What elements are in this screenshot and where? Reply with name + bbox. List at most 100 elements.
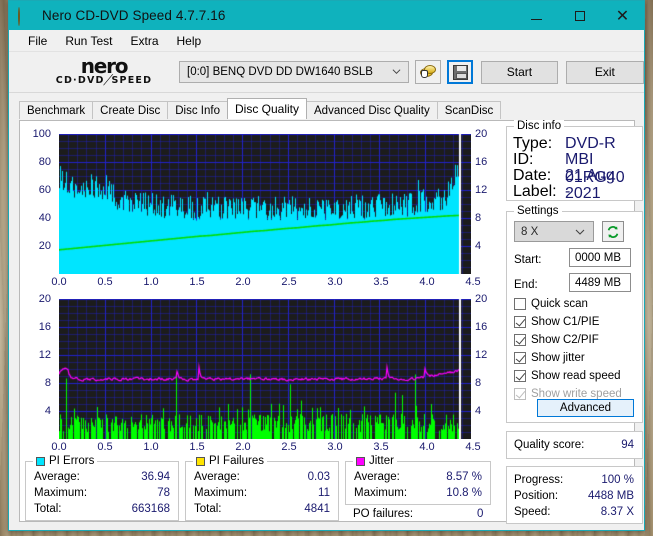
nero-logo-subtitle: CD·DVD╱SPEED bbox=[55, 75, 153, 86]
jitter-ytick-4: 4 bbox=[475, 405, 482, 417]
pif-xtick-1: 0.5 bbox=[97, 441, 113, 453]
scan-speed-combobox[interactable]: 8 X bbox=[514, 221, 594, 242]
pi-errors-total-label: Total: bbox=[34, 503, 62, 515]
progress-group: Progress: 100 % Position: 4488 MB Speed:… bbox=[506, 466, 643, 524]
checkbox-show-jitter[interactable]: Show jitter bbox=[514, 352, 585, 364]
save-results-button[interactable] bbox=[447, 60, 474, 84]
tab-disc-info[interactable]: Disc Info bbox=[167, 101, 228, 119]
pi-errors-average-label: Average: bbox=[34, 471, 80, 483]
pi-errors-average-row: Average: 36.94 bbox=[34, 471, 170, 483]
pif-xtick-4: 2.0 bbox=[235, 441, 251, 453]
disc-info-label-label: Label: bbox=[513, 183, 557, 200]
checkbox-quick-scan[interactable]: Quick scan bbox=[514, 298, 588, 310]
disc-quality-panel: 100 80 60 40 20 20 16 12 8 4 0.0 0.5 1.0… bbox=[19, 120, 643, 524]
position-value: 4488 MB bbox=[587, 490, 634, 502]
minimize-button[interactable] bbox=[515, 1, 558, 30]
menu-item-help[interactable]: Help bbox=[168, 32, 211, 50]
pi-errors-xtick-1: 0.5 bbox=[97, 276, 113, 288]
scan-speed-value: 8 X bbox=[521, 225, 539, 238]
exit-button[interactable]: Exit bbox=[565, 60, 644, 84]
jitter-ytick-12: 12 bbox=[475, 349, 488, 361]
scan-end-label: End: bbox=[514, 279, 538, 291]
pif-xtick-3: 1.5 bbox=[189, 441, 205, 453]
pi-errors-maximum-label: Maximum: bbox=[34, 487, 88, 499]
tab-benchmark[interactable]: Benchmark bbox=[19, 101, 94, 119]
nero-cd-dvd-speed-window: Nero CD-DVD Speed 4.7.7.16 ✕ File Run Te… bbox=[8, 0, 645, 531]
speed-label: Speed: bbox=[514, 506, 551, 518]
jitter-maximum-row: Maximum: 10.8 % bbox=[354, 487, 482, 499]
eject-disc-button[interactable] bbox=[415, 60, 442, 84]
tab-scandisc[interactable]: ScanDisc bbox=[436, 101, 502, 119]
pi-errors-ytick-20: 20 bbox=[38, 240, 51, 252]
eject-disc-icon bbox=[419, 64, 437, 80]
pi-failures-maximum-label: Maximum: bbox=[194, 487, 248, 499]
refresh-button[interactable] bbox=[602, 221, 624, 242]
speed-value: 8.37 X bbox=[600, 506, 634, 518]
drive-selector-value: [0:0] BENQ DVD DD DW1640 BSLB bbox=[187, 66, 373, 78]
scan-end-input[interactable]: 4489 MB bbox=[569, 273, 631, 292]
disc-info-group: Disc info Type: DVD-R ID: MBI 01RG40 Dat… bbox=[506, 120, 643, 202]
jitter-average-label: Average: bbox=[354, 471, 400, 483]
close-icon: ✕ bbox=[615, 5, 630, 25]
po-failures-label: PO failures: bbox=[353, 508, 414, 520]
po-failures-value: 0 bbox=[477, 508, 484, 520]
checkbox-quick-scan-label: Quick scan bbox=[531, 298, 588, 310]
tab-disc-quality[interactable]: Disc Quality bbox=[227, 98, 308, 119]
settings-caption: Settings bbox=[514, 205, 562, 217]
close-button[interactable]: ✕ bbox=[601, 1, 644, 30]
position-label: Position: bbox=[514, 490, 559, 502]
nero-logo: nero CD·DVD╱SPEED bbox=[39, 56, 169, 88]
pi-failures-total-row: Total: 4841 bbox=[194, 503, 330, 515]
checkbox-show-read-speed-label: Show read speed bbox=[531, 370, 621, 382]
jitter-maximum-value: 10.8 % bbox=[446, 487, 482, 499]
start-button[interactable]: Start bbox=[481, 60, 558, 84]
checkbox-show-c2-pif[interactable]: Show C2/PIF bbox=[514, 334, 599, 346]
checkbox-show-c2-pif-label: Show C2/PIF bbox=[531, 334, 599, 346]
scan-start-input[interactable]: 0000 MB bbox=[569, 248, 631, 267]
read-speed-ytick-20: 20 bbox=[475, 128, 488, 140]
jitter-stats-caption: Jitter bbox=[353, 455, 397, 467]
scan-start-label: Start: bbox=[514, 254, 542, 266]
jitter-ytick-20: 20 bbox=[475, 293, 488, 305]
checkbox-show-jitter-label: Show jitter bbox=[531, 352, 585, 364]
pif-xtick-8: 4.0 bbox=[419, 441, 435, 453]
menu-item-run-test[interactable]: Run Test bbox=[56, 32, 121, 50]
pi-errors-maximum-value: 78 bbox=[157, 487, 170, 499]
menu-item-file[interactable]: File bbox=[19, 32, 56, 50]
chevron-down-icon bbox=[575, 229, 585, 235]
pi-errors-xtick-5: 2.5 bbox=[281, 276, 297, 288]
pi-errors-maximum-row: Maximum: 78 bbox=[34, 487, 170, 499]
refresh-icon bbox=[607, 225, 619, 238]
jitter-maximum-label: Maximum: bbox=[354, 487, 408, 499]
pif-xtick-6: 3.0 bbox=[327, 441, 343, 453]
pi-failures-stats-caption: PI Failures bbox=[193, 455, 267, 467]
pi-errors-ytick-60: 60 bbox=[38, 184, 51, 196]
pi-errors-total-row: Total: 663168 bbox=[34, 503, 170, 515]
tab-strip: Benchmark Create Disc Disc Info Disc Qua… bbox=[19, 98, 644, 119]
checkbox-show-c1-pie[interactable]: Show C1/PIE bbox=[514, 316, 599, 328]
pif-xtick-5: 2.5 bbox=[281, 441, 297, 453]
pif-xtick-7: 3.5 bbox=[373, 441, 389, 453]
pi-failures-maximum-row: Maximum: 11 bbox=[194, 487, 330, 499]
checkbox-show-read-speed[interactable]: Show read speed bbox=[514, 370, 621, 382]
progress-value: 100 % bbox=[601, 474, 634, 486]
pif-xtick-9: 4.5 bbox=[465, 441, 481, 453]
drive-selector-combobox[interactable]: [0:0] BENQ DVD DD DW1640 BSLB bbox=[179, 61, 410, 83]
jitter-ytick-16: 16 bbox=[475, 321, 488, 333]
maximize-button[interactable] bbox=[558, 1, 601, 30]
pi-errors-total-value: 663168 bbox=[131, 503, 170, 515]
pi-errors-xtick-2: 1.0 bbox=[143, 276, 159, 288]
toolbar: nero CD·DVD╱SPEED [0:0] BENQ DVD DD DW16… bbox=[9, 52, 644, 93]
tab-create-disc[interactable]: Create Disc bbox=[92, 101, 169, 119]
read-speed-ytick-8: 8 bbox=[475, 212, 482, 224]
tab-advanced-disc-quality[interactable]: Advanced Disc Quality bbox=[306, 101, 438, 119]
floppy-save-icon bbox=[452, 64, 468, 80]
window-title: Nero CD-DVD Speed 4.7.7.16 bbox=[42, 8, 226, 23]
menu-bar: File Run Test Extra Help bbox=[9, 30, 644, 52]
advanced-button[interactable]: Advanced bbox=[537, 399, 634, 417]
pi-failures-stats-group: PI Failures Average: 0.03 Maximum: 11 To… bbox=[185, 455, 339, 521]
menu-item-extra[interactable]: Extra bbox=[121, 32, 167, 50]
read-speed-ytick-16: 16 bbox=[475, 156, 488, 168]
pif-ytick-4: 4 bbox=[44, 405, 51, 417]
disc-info-caption: Disc info bbox=[514, 120, 565, 132]
